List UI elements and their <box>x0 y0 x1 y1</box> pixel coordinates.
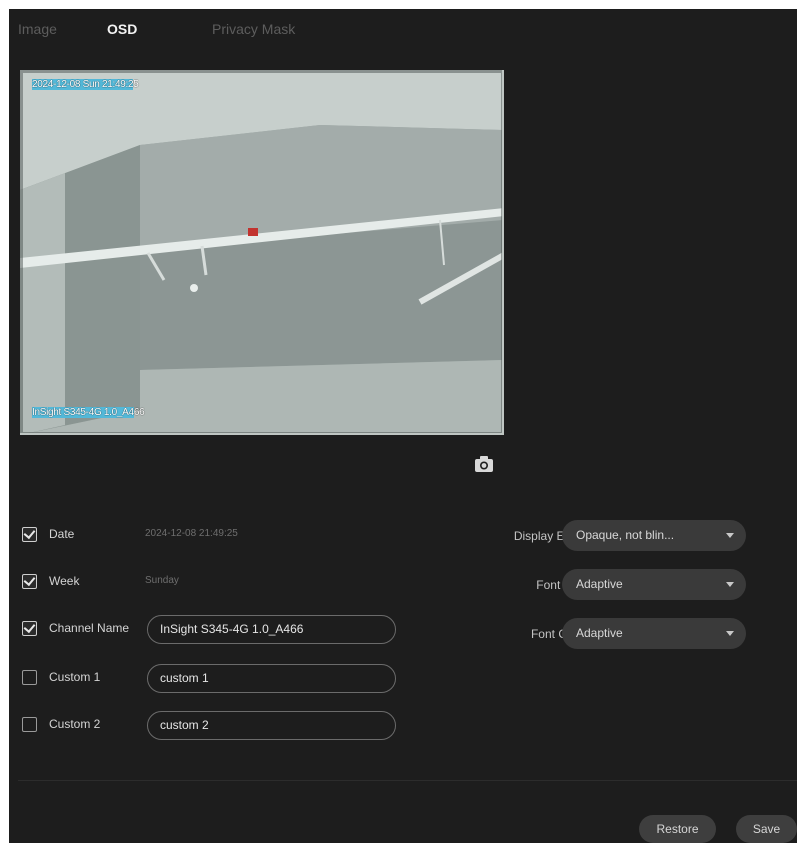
tab-privacy-mask[interactable]: Privacy Mask <box>212 21 295 37</box>
channel-name-checkbox[interactable] <box>22 621 37 636</box>
save-button[interactable]: Save <box>736 815 797 843</box>
osd-channel-text: InSight S345-4G 1.0_A4 <box>32 407 134 418</box>
tab-image[interactable]: Image <box>18 21 57 37</box>
display-effect-value: Opaque, not blin... <box>576 528 675 542</box>
custom2-input[interactable]: custom 2 <box>147 711 396 740</box>
chevron-down-icon <box>726 582 734 587</box>
date-row: Date 2024-12-08 21:49:25 <box>9 519 449 551</box>
video-preview[interactable]: 2024-12-08 Sun 21:49:25 InSight S345-4G … <box>20 70 504 435</box>
custom2-row: Custom 2 custom 2 <box>9 709 449 741</box>
custom1-checkbox[interactable] <box>22 670 37 685</box>
restore-button[interactable]: Restore <box>639 815 716 843</box>
font-size-value: Adaptive <box>576 577 623 591</box>
footer-divider <box>18 780 797 781</box>
osd-date-overlay[interactable]: 2024-12-08 Sun 21:49:25 <box>32 79 139 90</box>
camera-icon[interactable] <box>474 455 494 473</box>
week-label: Week <box>49 574 80 588</box>
font-color-row: Font Color Adaptive <box>449 618 749 650</box>
osd-date-tail: 5 <box>133 79 139 90</box>
date-label: Date <box>49 527 75 541</box>
date-checkbox[interactable] <box>22 527 37 542</box>
tab-osd[interactable]: OSD <box>107 21 137 37</box>
chevron-down-icon <box>726 533 734 538</box>
font-color-select[interactable]: Adaptive <box>562 618 746 649</box>
font-color-value: Adaptive <box>576 626 623 640</box>
osd-date-text: 2024-12-08 Sun 21:49:2 <box>32 79 134 90</box>
channel-name-input[interactable]: InSight S345-4G 1.0_A466 <box>147 615 396 644</box>
display-effect-select[interactable]: Opaque, not blin... <box>562 520 746 551</box>
custom1-row: Custom 1 custom 1 <box>9 662 449 694</box>
custom2-checkbox[interactable] <box>22 717 37 732</box>
font-size-select[interactable]: Adaptive <box>562 569 746 600</box>
channel-name-row: Channel Name InSight S345-4G 1.0_A466 <box>9 613 449 645</box>
custom1-label: Custom 1 <box>49 670 101 684</box>
date-value: 2024-12-08 21:49:25 <box>145 528 238 539</box>
osd-channel-overlay[interactable]: InSight S345-4G 1.0_A466 <box>32 407 145 418</box>
display-effect-row: Display Effect Opaque, not blin... <box>449 520 749 552</box>
camera-scene <box>20 70 502 433</box>
osd-settings-panel: Image OSD Privacy Mask 2024-12-08 Sun 21… <box>9 9 797 843</box>
week-value: Sunday <box>145 575 179 586</box>
week-checkbox[interactable] <box>22 574 37 589</box>
custom1-input[interactable]: custom 1 <box>147 664 396 693</box>
week-row: Week Sunday <box>9 566 449 598</box>
chevron-down-icon <box>726 631 734 636</box>
tab-bar: Image OSD Privacy Mask <box>9 9 797 53</box>
channel-name-label: Channel Name <box>49 621 130 635</box>
font-size-row: Font Size Adaptive <box>449 569 749 601</box>
custom2-label: Custom 2 <box>49 717 101 731</box>
osd-channel-tail: 66 <box>133 407 145 418</box>
